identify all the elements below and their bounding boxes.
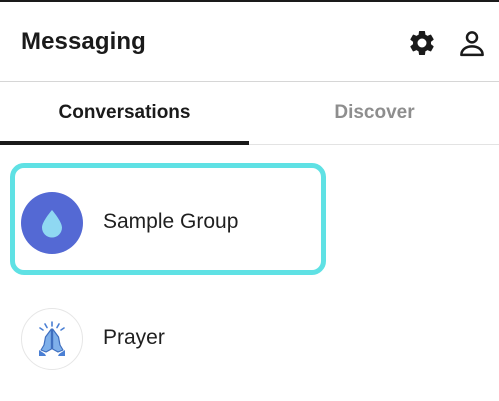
person-icon	[460, 31, 484, 57]
active-tab-indicator	[0, 141, 249, 145]
conversation-item-sample-group[interactable]: Sample Group	[0, 168, 499, 278]
conversation-name: Prayer	[103, 326, 165, 349]
tab-conversations-label: Conversations	[58, 102, 191, 123]
tab-bar: Conversations Discover	[0, 82, 499, 145]
conversation-name: Sample Group	[103, 210, 239, 233]
avatar	[21, 192, 83, 254]
app-header: Messaging	[0, 2, 499, 82]
page-title: Messaging	[21, 28, 146, 55]
settings-button[interactable]	[405, 26, 439, 60]
water-drop-icon	[42, 210, 62, 238]
tab-discover[interactable]: Discover	[250, 82, 499, 144]
profile-button[interactable]	[455, 26, 489, 60]
conversation-item-prayer[interactable]: Prayer	[0, 284, 499, 394]
tab-discover-label: Discover	[334, 102, 415, 123]
gear-icon	[410, 30, 434, 55]
avatar	[21, 308, 83, 370]
tab-conversations[interactable]: Conversations	[0, 82, 249, 145]
praying-hands-icon	[39, 321, 65, 356]
